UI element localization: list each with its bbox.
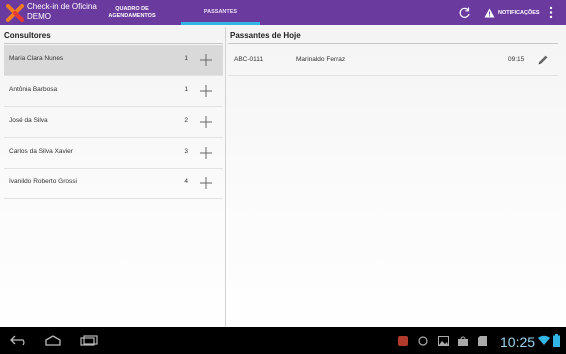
consultor-count: 4 (184, 178, 188, 185)
consultor-count: 2 (184, 117, 188, 124)
app-title-line2: DEMO (27, 12, 51, 21)
consultor-name: Maria Clara Nunes (9, 55, 64, 62)
consultor-count: 1 (184, 86, 188, 93)
system-nav-bar: 10:25 (0, 327, 566, 354)
consultor-name: José da Silva (9, 117, 48, 124)
passante-name: Marinaldo Ferraz (296, 56, 346, 63)
wifi-icon (538, 335, 550, 345)
home-icon[interactable] (44, 335, 62, 346)
passante-time: 09:15 (508, 56, 525, 63)
consultor-name: Ivanildo Roberto Grossi (9, 178, 77, 185)
consultor-name: Carlos da Silva Xavier (9, 148, 73, 155)
add-icon[interactable] (200, 147, 212, 159)
panel-divider (225, 27, 226, 327)
app-title-line1: Check-in de Oficina (27, 2, 97, 11)
status-icon (418, 336, 428, 346)
notifications-button[interactable]: NOTIFICAÇÕES (484, 6, 540, 19)
passante-plate: ABC-0111 (234, 56, 264, 63)
overflow-menu-icon[interactable] (548, 6, 554, 19)
app-logo-icon[interactable] (6, 4, 24, 22)
add-icon[interactable] (200, 177, 212, 189)
tab-quadro-agendamentos[interactable]: QUADRO DE AGENDAMENTOS (107, 0, 157, 25)
add-icon[interactable] (200, 54, 212, 66)
app-notification-icon (398, 336, 408, 346)
app-title: Check-in de Oficina DEMO (27, 2, 97, 22)
edit-pencil-icon[interactable] (537, 54, 549, 66)
recent-apps-icon[interactable] (80, 335, 98, 346)
tab-selected-indicator (181, 22, 260, 25)
consultor-row[interactable]: Antônia Barbosa 1 (4, 76, 223, 107)
add-icon[interactable] (200, 116, 212, 128)
consultores-divider (4, 43, 223, 44)
consultor-row[interactable]: Carlos da Silva Xavier 3 (4, 138, 223, 169)
battery-icon (553, 334, 560, 347)
back-icon[interactable] (10, 335, 28, 346)
consultor-count: 1 (184, 55, 188, 62)
refresh-icon[interactable] (458, 6, 471, 19)
consultor-row[interactable]: José da Silva 2 (4, 107, 223, 138)
clock: 10:25 (500, 334, 536, 350)
passantes-title: Passantes de Hoje (230, 31, 301, 40)
store-icon (458, 336, 468, 346)
consultor-count: 3 (184, 148, 188, 155)
gallery-icon (438, 336, 449, 346)
sd-card-icon (478, 336, 487, 346)
warning-icon (484, 8, 495, 17)
consultor-row[interactable]: Ivanildo Roberto Grossi 4 (4, 168, 223, 199)
passante-row[interactable]: ABC-0111 Marinaldo Ferraz 09:15 (228, 44, 558, 76)
add-icon[interactable] (200, 85, 212, 97)
notifications-label: NOTIFICAÇÕES (498, 9, 540, 16)
consultor-name: Antônia Barbosa (9, 86, 58, 93)
action-bar: Check-in de Oficina DEMO QUADRO DE AGEND… (0, 0, 566, 25)
consultor-row[interactable]: Maria Clara Nunes 1 (4, 45, 223, 76)
consultores-title: Consultores (4, 31, 51, 40)
